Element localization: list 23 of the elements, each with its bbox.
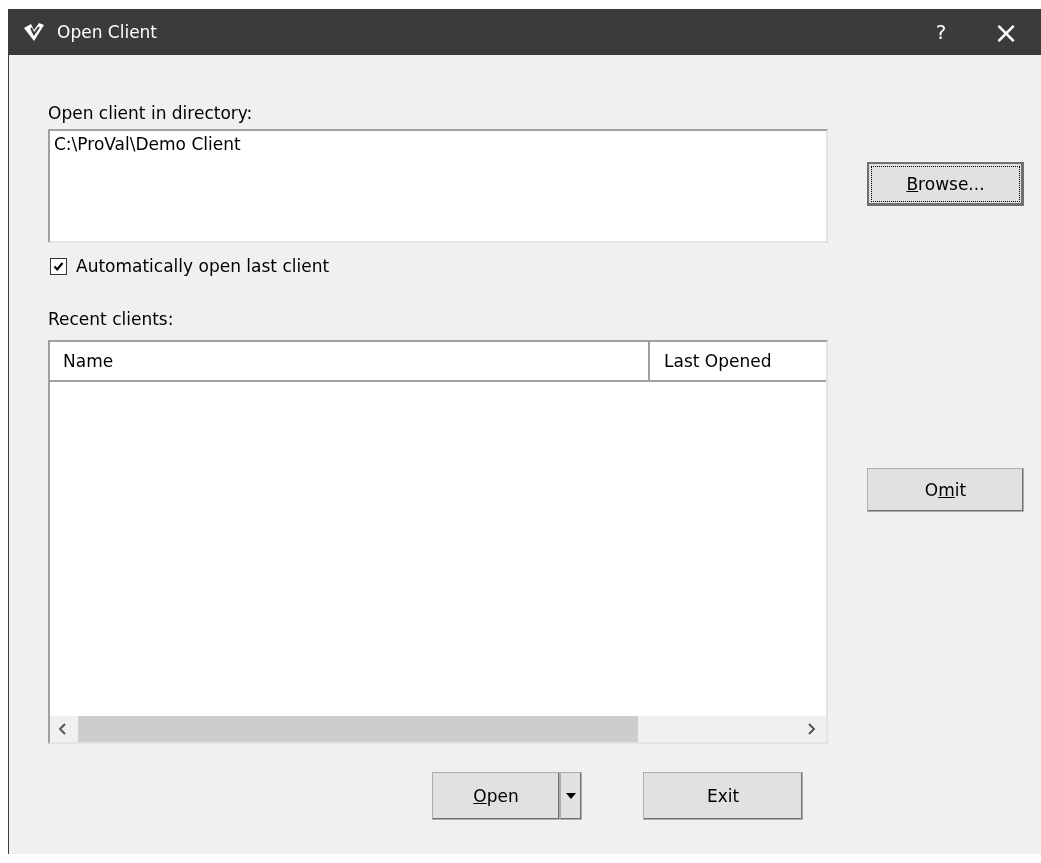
scrollbar-thumb[interactable] bbox=[78, 716, 638, 742]
help-button[interactable]: ? bbox=[911, 9, 971, 55]
recent-clients-list[interactable]: Name Last Opened bbox=[48, 340, 828, 744]
omit-button[interactable]: Omit bbox=[867, 468, 1024, 512]
directory-field[interactable]: C:\ProVal\Demo Client bbox=[48, 129, 828, 243]
column-header[interactable]: Name bbox=[50, 342, 650, 380]
scroll-left-icon[interactable] bbox=[58, 723, 68, 735]
horizontal-scrollbar[interactable] bbox=[50, 716, 826, 742]
close-button[interactable]: × bbox=[971, 9, 1041, 55]
browse-button[interactable]: Browse... bbox=[867, 162, 1024, 206]
column-header[interactable]: Last Opened bbox=[650, 342, 824, 380]
auto-open-checkbox[interactable] bbox=[50, 257, 67, 275]
app-logo-icon bbox=[23, 22, 45, 42]
window-title: Open Client bbox=[57, 22, 158, 42]
exit-button[interactable]: Exit bbox=[643, 772, 803, 820]
directory-label: Open client in directory: bbox=[48, 103, 254, 123]
open-button[interactable]: Open bbox=[432, 772, 560, 820]
recent-clients-label: Recent clients: bbox=[48, 309, 175, 329]
open-dropdown-button[interactable] bbox=[560, 772, 582, 820]
checkmark-icon bbox=[53, 260, 64, 272]
scroll-right-icon[interactable] bbox=[806, 723, 816, 735]
caret-icon bbox=[566, 793, 576, 799]
checkbox-label: Automatically open last client bbox=[76, 256, 330, 276]
